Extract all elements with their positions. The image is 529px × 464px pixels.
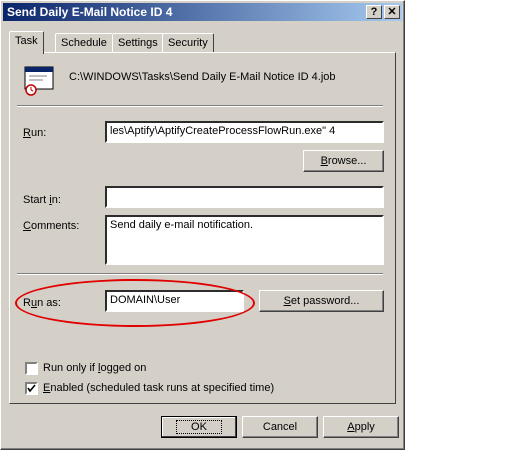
comments-field[interactable]: Send daily e-mail notification.	[105, 215, 384, 265]
set-password-button[interactable]: Set password...	[259, 290, 384, 312]
separator	[17, 273, 383, 275]
ok-label: OK	[176, 420, 222, 434]
browse-button[interactable]: Browse...	[303, 150, 384, 172]
run-only-logged-on-label[interactable]: Run only if logged on	[43, 362, 146, 374]
start-in-field[interactable]	[105, 186, 384, 208]
comments-label: Comments:	[23, 220, 80, 232]
apply-button[interactable]: Apply	[323, 416, 399, 438]
title-bar[interactable]: Send Daily E-Mail Notice ID 4 ? ✕	[3, 3, 402, 21]
close-button[interactable]: ✕	[384, 5, 400, 19]
run-as-field[interactable]: DOMAIN\User	[105, 290, 244, 312]
start-in-label: Start in:	[23, 194, 61, 206]
tab-task[interactable]: Task	[9, 31, 44, 54]
ok-button[interactable]: OK	[161, 416, 237, 438]
run-label: Run:	[23, 127, 47, 139]
help-button[interactable]: ?	[366, 5, 382, 19]
run-only-logged-on-checkbox[interactable]	[25, 362, 38, 375]
checkmark-icon	[27, 384, 36, 393]
run-command-field[interactable]: les\Aptify\AptifyCreateProcessFlowRun.ex…	[105, 121, 384, 143]
task-properties-dialog: Send Daily E-Mail Notice ID 4 ? ✕ Task S…	[0, 0, 405, 450]
run-as-label: Run as:	[23, 297, 61, 309]
separator	[17, 105, 383, 107]
enabled-label[interactable]: Enabled (scheduled task runs at specifie…	[43, 382, 274, 394]
enabled-checkbox[interactable]	[25, 382, 38, 395]
tab-schedule[interactable]: Schedule	[55, 33, 113, 53]
tab-security[interactable]: Security	[162, 33, 214, 53]
tab-settings[interactable]: Settings	[112, 33, 164, 53]
cancel-button[interactable]: Cancel	[242, 416, 318, 438]
task-file-path: C:\WINDOWS\Tasks\Send Daily E-Mail Notic…	[69, 71, 336, 83]
scheduled-task-icon	[23, 65, 57, 97]
window-title: Send Daily E-Mail Notice ID 4	[7, 5, 173, 19]
